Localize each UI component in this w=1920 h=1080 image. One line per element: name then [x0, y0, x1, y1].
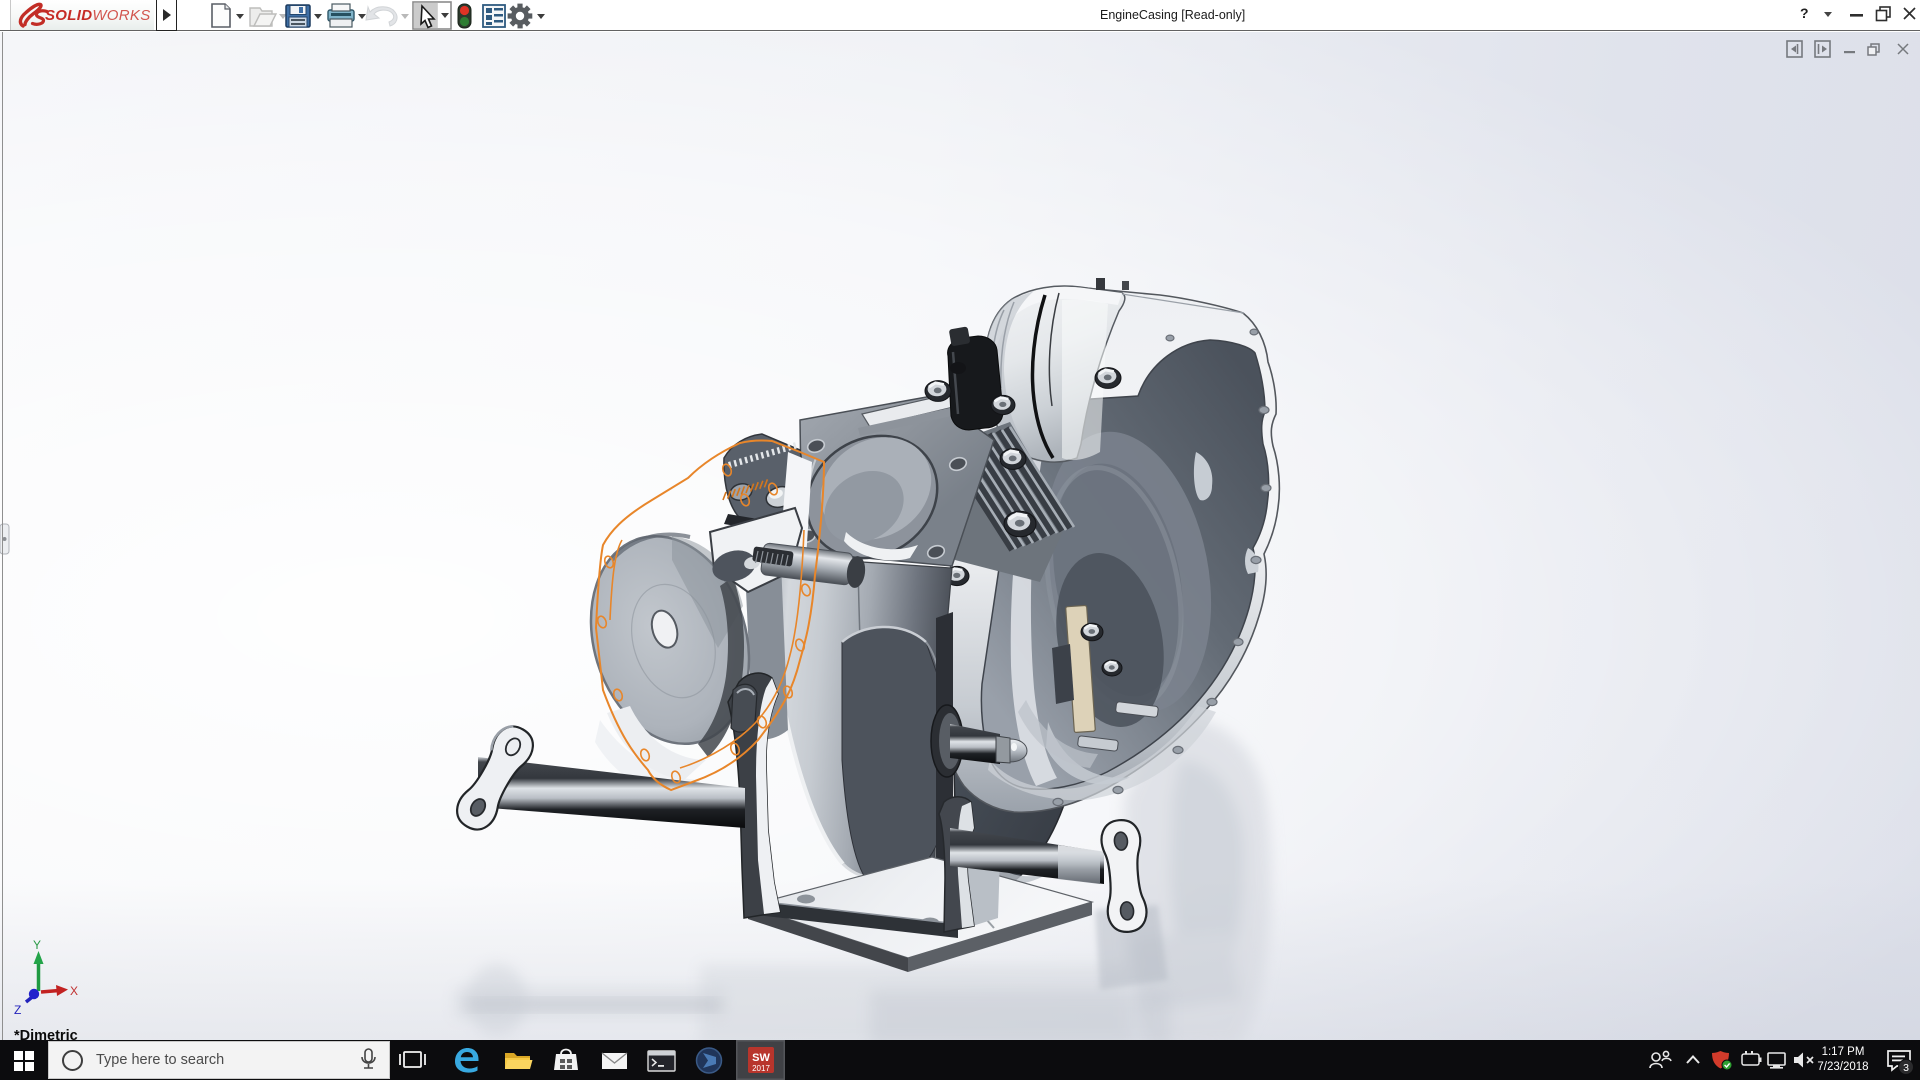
svg-text:2017: 2017 — [752, 1064, 770, 1073]
svg-text:Y: Y — [33, 938, 41, 952]
svg-text:3: 3 — [1903, 1062, 1909, 1074]
svg-text:Z: Z — [14, 1003, 21, 1017]
svg-text:SW: SW — [752, 1052, 770, 1064]
svg-text:X: X — [70, 984, 78, 998]
